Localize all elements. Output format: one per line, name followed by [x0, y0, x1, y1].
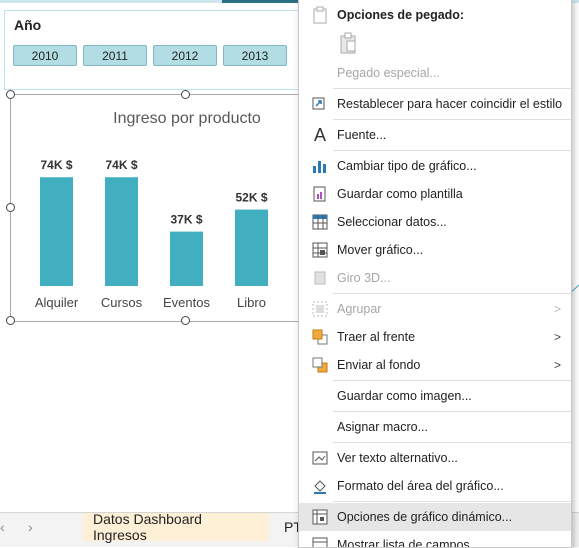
- slicer-items: 2010 2011 2012 2013: [13, 45, 287, 66]
- pivot-options-item[interactable]: Opciones de gráfico dinámico...: [299, 503, 571, 531]
- paste-clipboard-icon: [337, 31, 359, 55]
- resize-handle-bottom-left[interactable]: [6, 316, 15, 325]
- slicer-item-2010[interactable]: 2010: [13, 45, 77, 66]
- paste-special-item: Pegado especial...: [299, 59, 571, 87]
- alt-text-item[interactable]: Ver texto alternativo...: [299, 444, 571, 472]
- save-image-label: Guardar como imagen...: [337, 389, 472, 403]
- year-slicer: Año 2010 2011 2012 2013: [4, 10, 306, 90]
- scroll-tabs-right-icon[interactable]: ›: [28, 519, 33, 535]
- group-item: Agrupar >: [299, 295, 571, 323]
- menu-separator: [333, 150, 571, 151]
- alt-text-label: Ver texto alternativo...: [337, 451, 458, 465]
- change-chart-type-item[interactable]: Cambiar tipo de gráfico...: [299, 152, 571, 180]
- slicer-item-2013[interactable]: 2013: [223, 45, 287, 66]
- select-data-item[interactable]: Seleccionar datos...: [299, 208, 571, 236]
- paste-special-label: Pegado especial...: [337, 66, 440, 80]
- chart-canvas: Ingreso por producto 74K $ Alquiler 74K $ C…: [35, 110, 321, 310]
- data-label: 52K $: [235, 191, 267, 205]
- resize-handle-bottom[interactable]: [181, 316, 190, 325]
- reset-style-label: Restablecer para hacer coincidir el esti…: [337, 97, 563, 111]
- font-icon: A: [313, 124, 326, 145]
- assign-macro-item[interactable]: Asignar macro...: [299, 413, 571, 441]
- format-area-item[interactable]: Formato del área del gráfico...: [299, 472, 571, 500]
- template-icon: [311, 185, 329, 203]
- rotation-3d-label: Giro 3D...: [337, 271, 391, 285]
- submenu-arrow-icon[interactable]: >: [554, 330, 561, 344]
- clipboard-icon: [311, 6, 329, 24]
- send-back-item[interactable]: Enviar al fondo >: [299, 351, 571, 379]
- data-label: 74K $: [40, 158, 72, 172]
- font-item[interactable]: A Fuente...: [299, 121, 571, 149]
- move-chart-label: Mover gráfico...: [337, 243, 424, 257]
- x-tick-label: Cursos: [101, 295, 143, 310]
- paint-bucket-icon: [311, 477, 329, 495]
- submenu-arrow-icon[interactable]: >: [554, 358, 561, 372]
- assign-macro-label: Asignar macro...: [337, 420, 429, 434]
- bar-cursos[interactable]: [105, 177, 138, 286]
- reset-style-icon: [311, 95, 329, 113]
- data-label: 37K $: [170, 213, 202, 227]
- paste-options-header: Opciones de pegado:: [299, 1, 571, 29]
- font-label: Fuente...: [337, 128, 387, 142]
- group-icon: [311, 300, 329, 318]
- bar-alquiler[interactable]: [40, 177, 73, 286]
- bring-front-item[interactable]: Traer al frente >: [299, 323, 571, 351]
- field-list-icon: [311, 536, 329, 547]
- chart-title: Ingreso por producto: [113, 110, 261, 127]
- group-label: Agrupar: [337, 302, 382, 316]
- menu-separator: [333, 119, 571, 120]
- menu-separator: [333, 411, 571, 412]
- save-template-item[interactable]: Guardar como plantilla: [299, 180, 571, 208]
- change-chart-type-label: Cambiar tipo de gráfico...: [337, 159, 477, 173]
- save-image-item[interactable]: Guardar como imagen...: [299, 382, 571, 410]
- rotation-3d-item: Giro 3D...: [299, 264, 571, 292]
- x-tick-label: Libro: [237, 295, 266, 310]
- menu-separator: [333, 442, 571, 443]
- x-tick-label: Alquiler: [35, 295, 79, 310]
- reset-style-item[interactable]: Restablecer para hacer coincidir el esti…: [299, 90, 571, 118]
- resize-handle-top-left[interactable]: [6, 90, 15, 99]
- alt-text-icon: [311, 449, 329, 467]
- resize-handle-left[interactable]: [6, 203, 15, 212]
- select-data-label: Seleccionar datos...: [337, 215, 447, 229]
- send-back-icon: [311, 356, 329, 374]
- field-list-label: Mostrar lista de campos: [337, 538, 470, 548]
- slicer-title: Año: [14, 17, 42, 33]
- move-chart-item[interactable]: Mover gráfico...: [299, 236, 571, 264]
- menu-separator: [333, 293, 571, 294]
- x-tick-label: Eventos: [163, 295, 210, 310]
- slicer-item-2012[interactable]: 2012: [153, 45, 217, 66]
- chart-context-menu: Opciones de pegado: Pegado especial... R…: [298, 0, 572, 548]
- select-data-icon: [311, 213, 329, 231]
- menu-separator: [333, 88, 571, 89]
- resize-handle-top[interactable]: [181, 90, 190, 99]
- menu-separator: [333, 501, 571, 502]
- revenue-chart[interactable]: Ingreso por producto 74K $ Alquiler 74K $ C…: [10, 94, 321, 322]
- bar-eventos[interactable]: [170, 231, 203, 286]
- slicer-item-2011[interactable]: 2011: [83, 45, 147, 66]
- format-area-label: Formato del área del gráfico...: [337, 479, 504, 493]
- data-label: 74K $: [105, 158, 137, 172]
- sheet-tab-datos-dashboard-ingresos[interactable]: Datos Dashboard Ingresos: [83, 511, 269, 543]
- submenu-arrow-icon: >: [553, 302, 561, 316]
- save-template-label: Guardar como plantilla: [337, 187, 463, 201]
- bring-front-label: Traer al frente: [337, 330, 416, 344]
- pivot-options-label: Opciones de gráfico dinámico...: [337, 510, 513, 524]
- field-list-item[interactable]: Mostrar lista de campos: [299, 531, 571, 548]
- bar-chart-icon: [311, 157, 329, 175]
- cube-icon: [311, 269, 329, 287]
- scroll-tabs-left-icon[interactable]: ‹: [0, 519, 5, 535]
- paste-options-title: Opciones de pegado:: [337, 8, 465, 22]
- ribbon-strip-accent: [222, 0, 302, 3]
- menu-separator: [333, 380, 571, 381]
- bar-libro[interactable]: [235, 209, 268, 286]
- move-chart-icon: [311, 241, 329, 259]
- send-back-label: Enviar al fondo: [337, 358, 421, 372]
- pivot-options-icon: [311, 508, 329, 526]
- bring-front-icon: [311, 328, 329, 346]
